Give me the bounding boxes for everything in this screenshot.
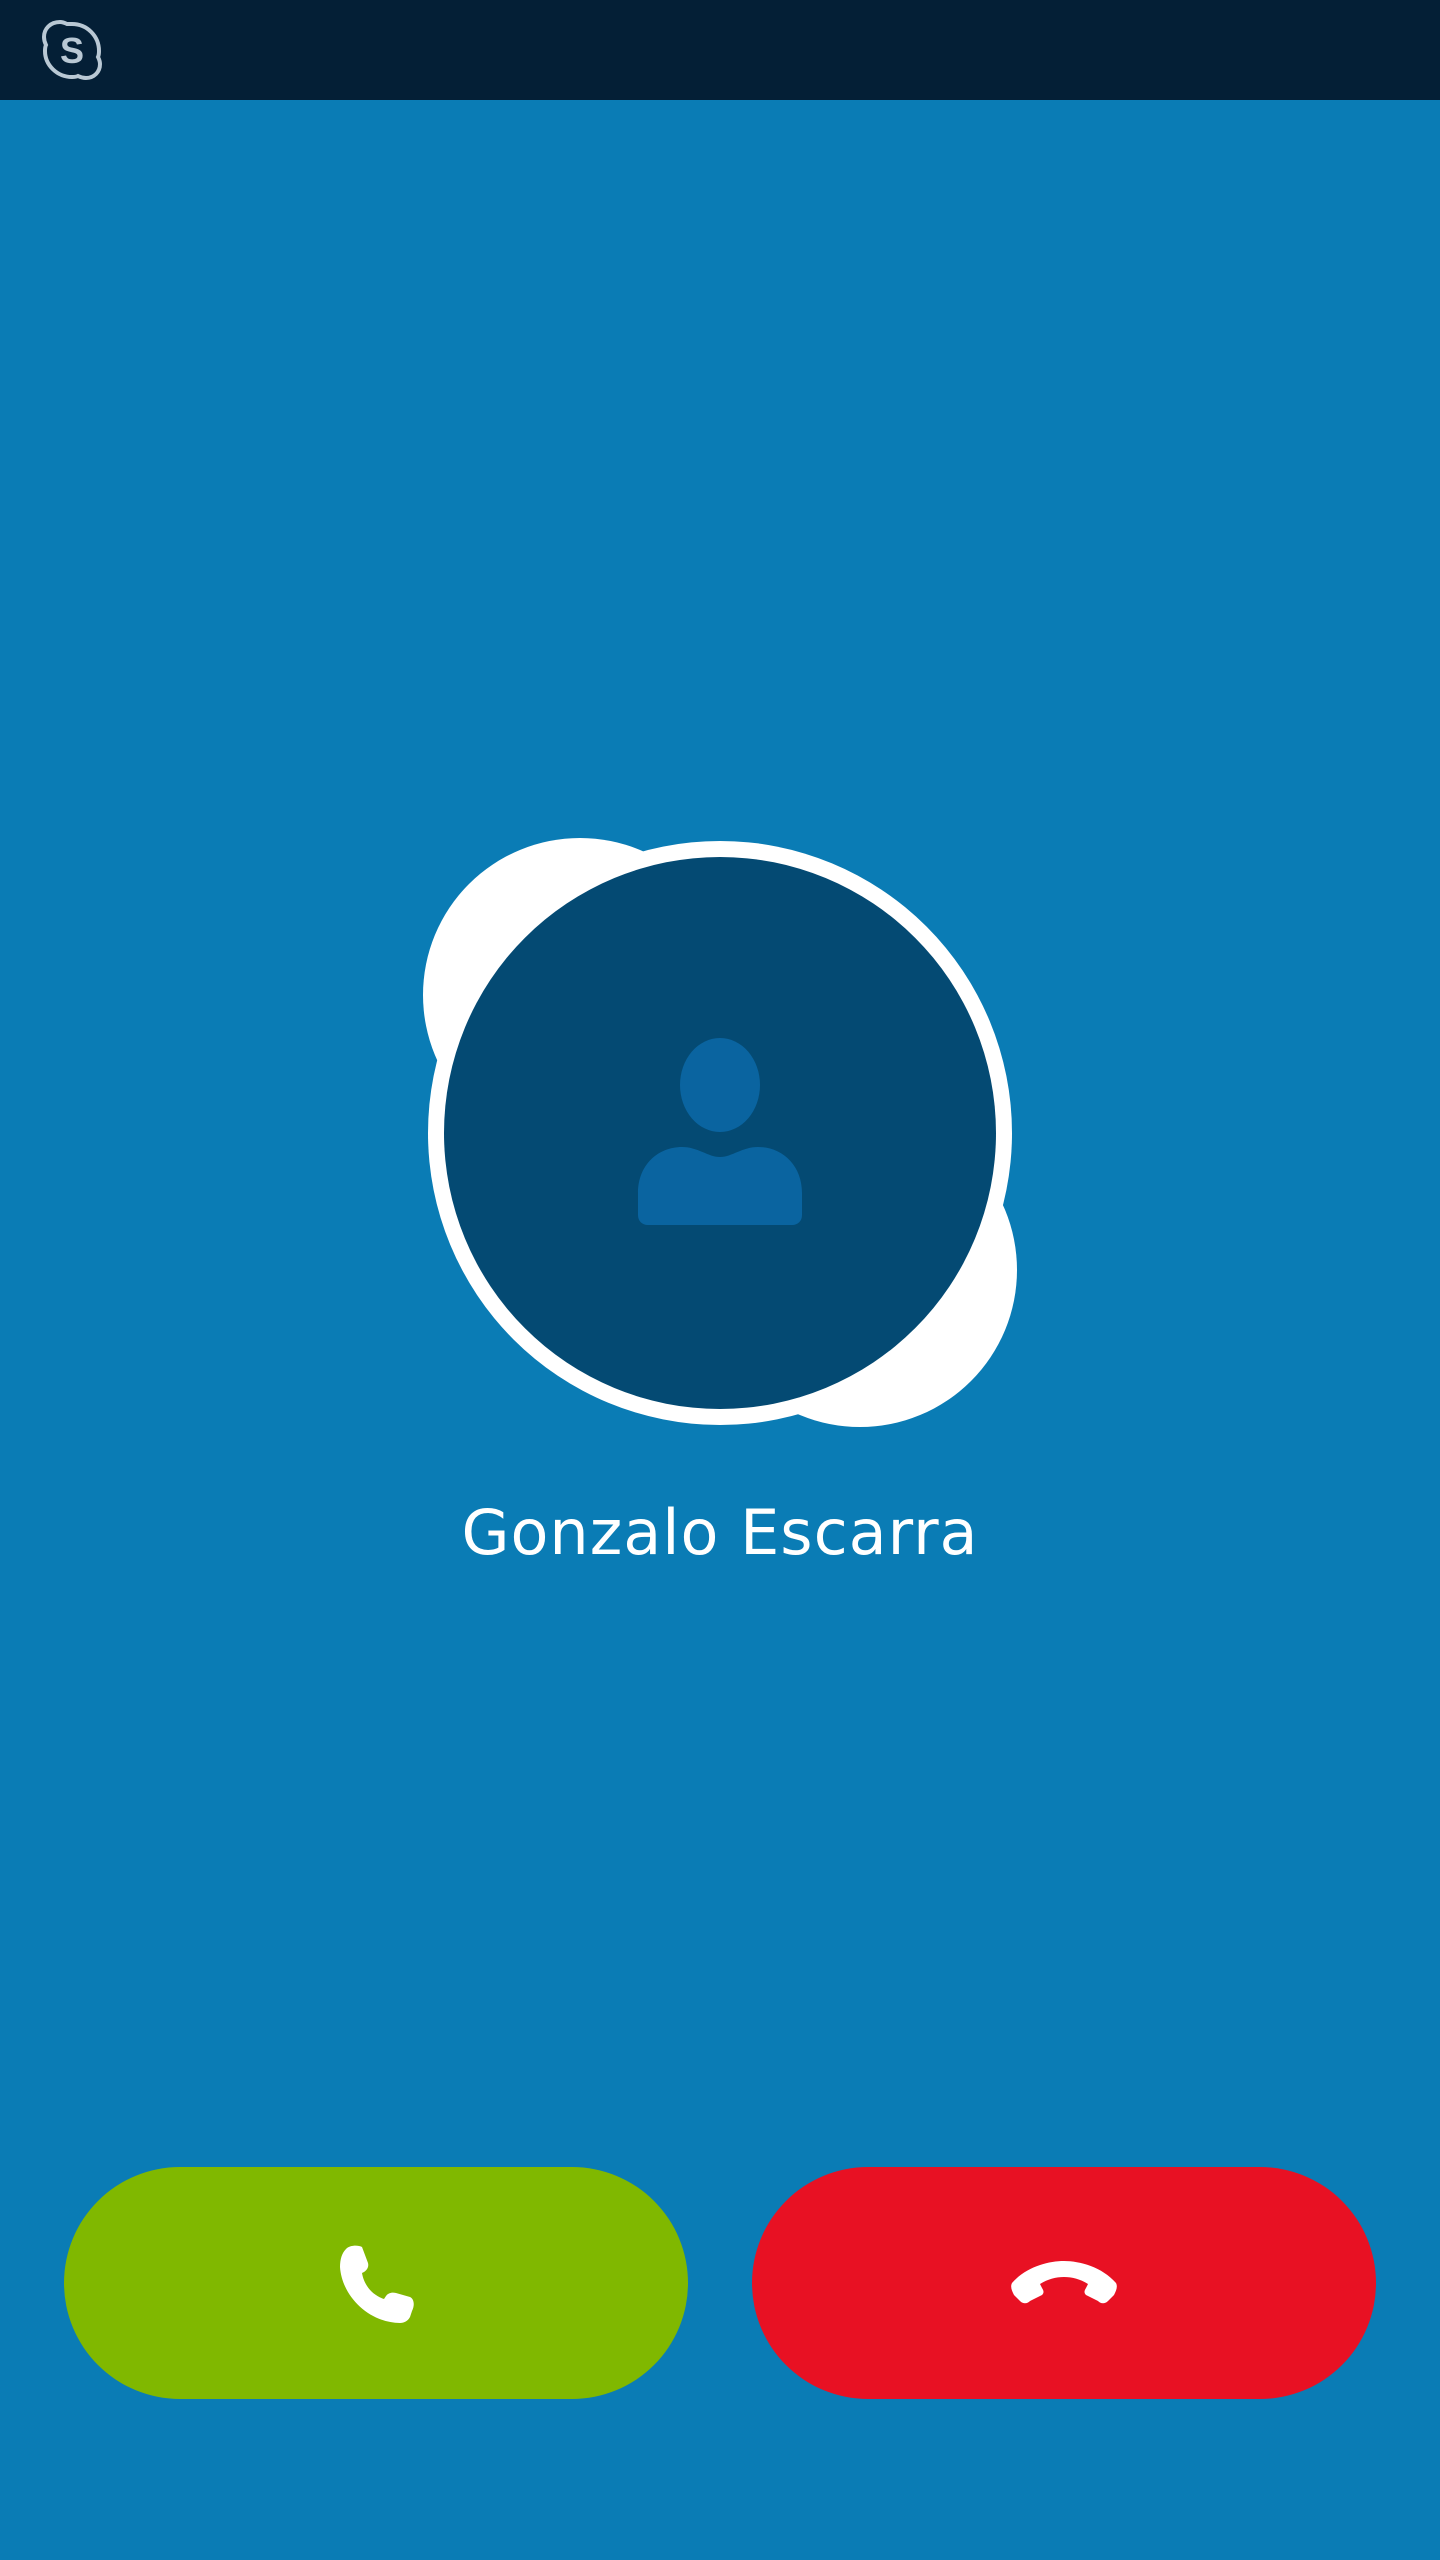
decline-call-button[interactable] — [752, 2167, 1376, 2399]
skype-logo-icon: S — [41, 19, 103, 81]
status-bar: S — [0, 0, 1440, 100]
phone-icon — [340, 2245, 414, 2323]
hang-up-icon — [1011, 2261, 1117, 2304]
caller-avatar — [420, 835, 1020, 1435]
avatar-frame — [423, 838, 1017, 1427]
caller-name: Gonzalo Escarra — [461, 1496, 979, 1569]
accept-call-button[interactable] — [64, 2167, 688, 2399]
svg-text:S: S — [60, 30, 84, 71]
